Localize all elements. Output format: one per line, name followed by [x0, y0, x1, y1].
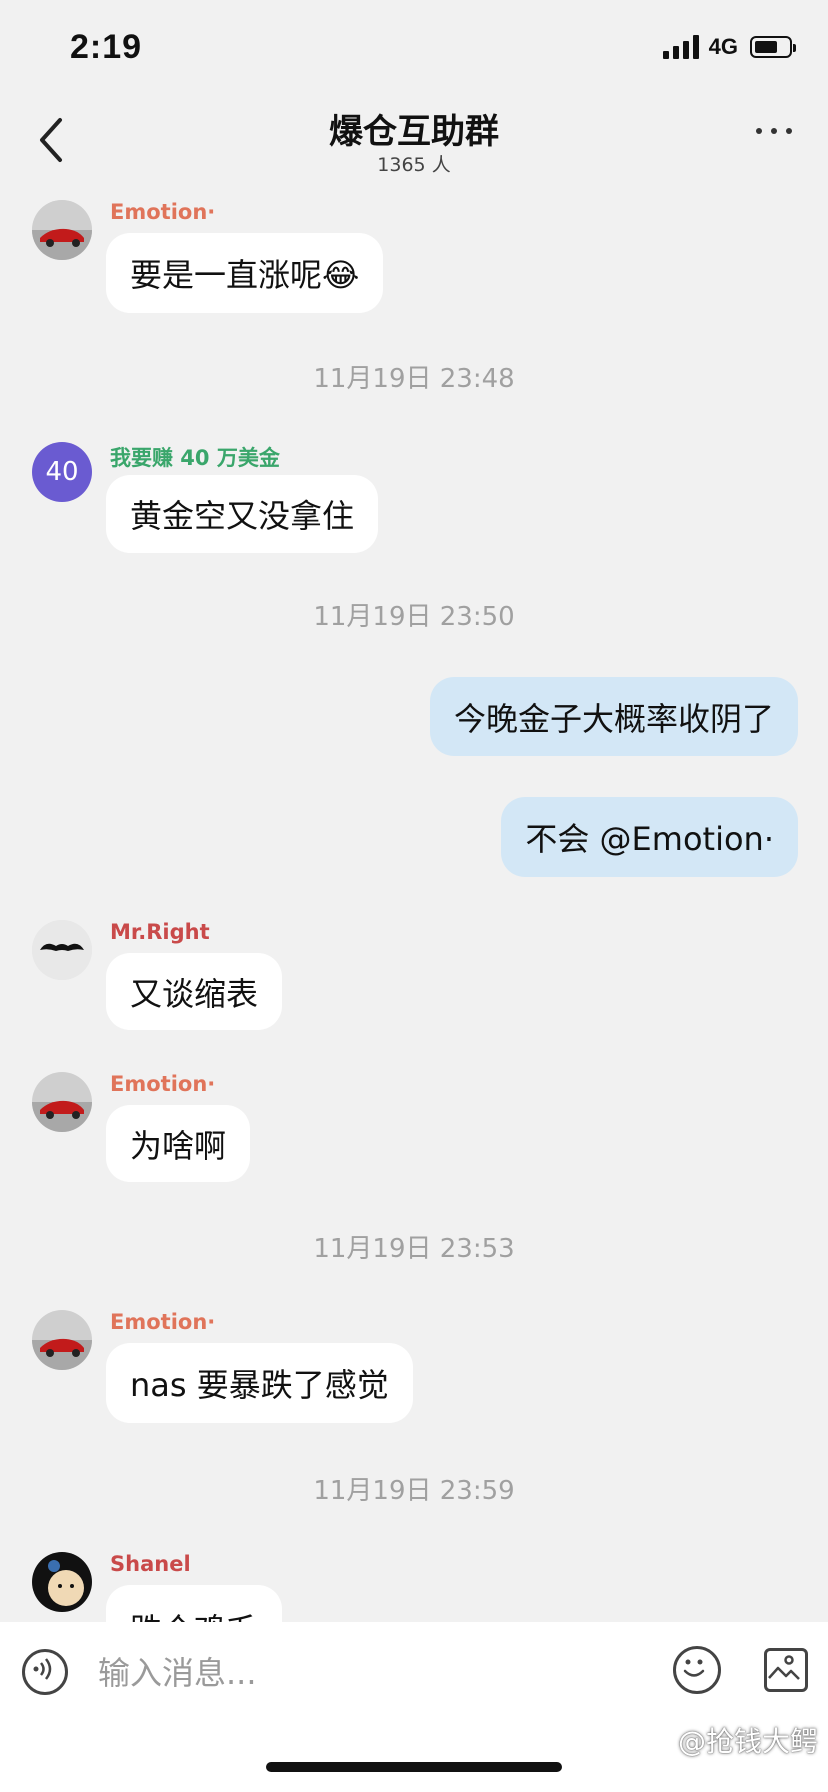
avatar[interactable]: [32, 920, 92, 980]
avatar[interactable]: [32, 200, 92, 260]
home-indicator[interactable]: [266, 1762, 562, 1772]
sender-name[interactable]: Emotion·: [110, 200, 215, 224]
mustache-avatar-icon: [32, 920, 92, 980]
image-icon[interactable]: [764, 1648, 808, 1692]
watermark: @抢钱大鳄: [677, 1725, 818, 1758]
member-count: 1365 人: [377, 154, 451, 176]
my-message-bubble[interactable]: 今晚金子大概率收阴了: [429, 677, 798, 756]
avatar[interactable]: [32, 1310, 92, 1370]
avatar[interactable]: [32, 1552, 92, 1612]
voice-icon[interactable]: [22, 1649, 68, 1695]
red-car-avatar-icon: [32, 1072, 92, 1132]
emoji-icon[interactable]: [673, 1646, 721, 1694]
avatar[interactable]: 40: [32, 442, 92, 502]
sender-name[interactable]: Mr.Right: [110, 920, 210, 944]
timestamp: 11月19日 23:50: [313, 602, 515, 632]
signal-icon: [662, 35, 699, 59]
battery-icon: [750, 36, 796, 58]
more-dots-icon[interactable]: [756, 128, 792, 134]
message-bubble[interactable]: nas 要暴跌了感觉: [106, 1343, 413, 1423]
status-indicators: 4G: [662, 34, 796, 60]
status-time: 2:19: [70, 28, 143, 66]
group-title: 爆仓互助群: [329, 112, 499, 152]
message-bubble[interactable]: 为啥啊: [106, 1105, 251, 1182]
avatar[interactable]: [32, 1072, 92, 1132]
timestamp: 11月19日 23:48: [313, 364, 515, 394]
my-message-bubble[interactable]: 不会 @Emotion·: [501, 797, 798, 877]
sender-name[interactable]: 我要赚 40 万美金: [110, 442, 280, 472]
network-type: 4G: [708, 34, 738, 59]
avatar-initials: 40: [45, 457, 79, 487]
message-bubble[interactable]: 要是一直涨呢😂: [106, 233, 384, 313]
cartoon-face-avatar-icon: [32, 1552, 92, 1612]
sender-name[interactable]: Emotion·: [110, 1310, 215, 1334]
message-bubble[interactable]: 又谈缩表: [106, 953, 283, 1030]
red-car-avatar-icon: [32, 1310, 92, 1370]
message-bubble[interactable]: 黄金空又没拿住: [106, 475, 379, 553]
sender-name[interactable]: Emotion·: [110, 1072, 215, 1096]
timestamp: 11月19日 23:53: [313, 1234, 515, 1264]
message-input[interactable]: 输入消息...: [98, 1648, 257, 1694]
red-car-avatar-icon: [32, 200, 92, 260]
sender-name[interactable]: Shanel: [110, 1552, 191, 1576]
timestamp: 11月19日 23:59: [313, 1476, 515, 1506]
